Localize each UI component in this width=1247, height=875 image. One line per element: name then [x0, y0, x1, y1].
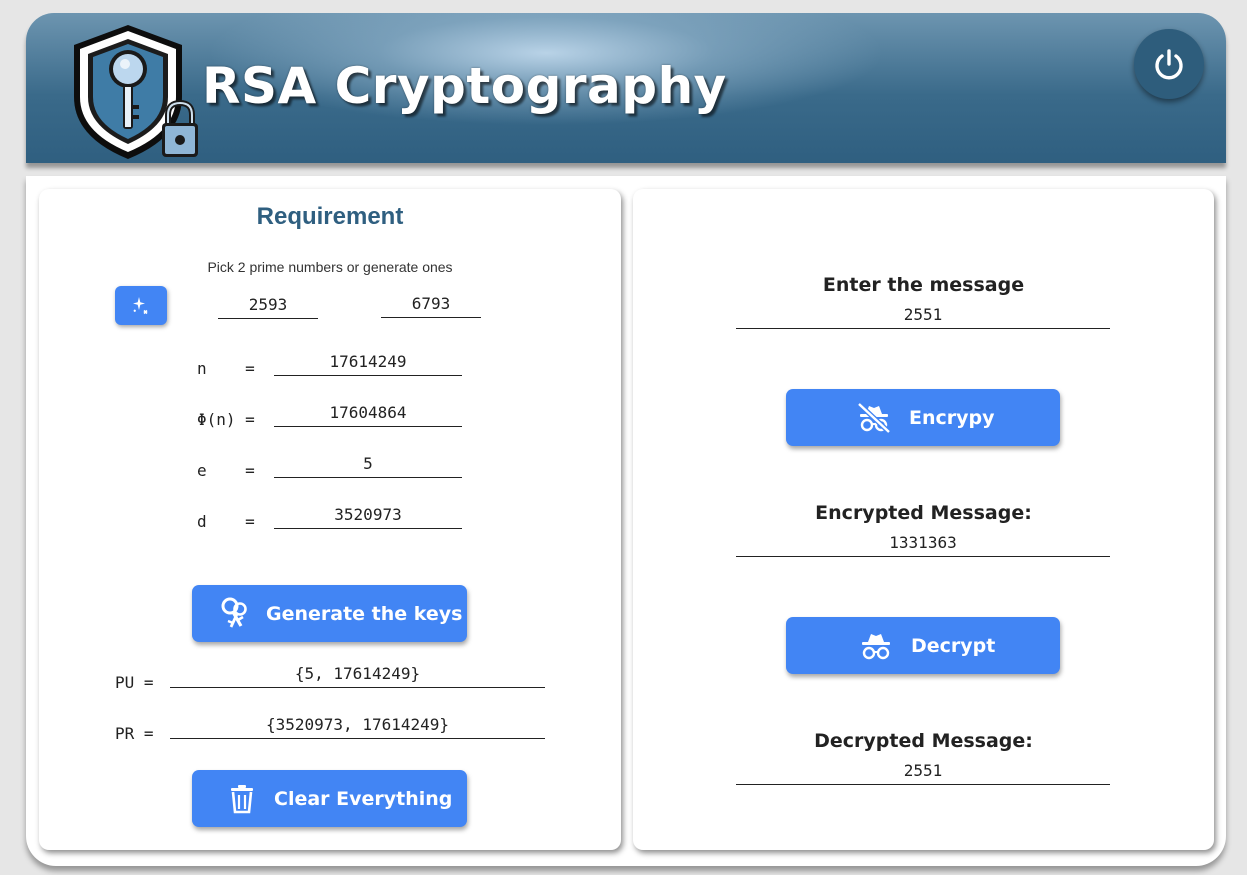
incognito-icon — [858, 631, 894, 661]
d-label: d = — [197, 512, 255, 531]
message-input[interactable]: 2551 — [736, 302, 1110, 329]
generate-keys-label: Generate the keys — [266, 602, 463, 625]
decrypted-message-label: Decrypted Message: — [814, 730, 1033, 752]
phi-value: 17604864 — [274, 400, 462, 427]
generate-keys-button[interactable]: Generate the keys — [192, 585, 467, 642]
pr-label: PR = — [115, 724, 154, 743]
keys-icon — [216, 596, 254, 632]
e-value[interactable]: 5 — [274, 451, 462, 478]
generate-primes-button[interactable] — [115, 286, 167, 325]
clear-everything-button[interactable]: Clear Everything — [192, 770, 467, 827]
e-label: e = — [197, 461, 255, 480]
encrypted-message-label: Encrypted Message: — [815, 502, 1032, 524]
crypto-panel: Enter the message 2551 Encrypy Encrypted… — [633, 189, 1214, 850]
prime-q-input[interactable]: 6793 — [381, 291, 481, 318]
encrypt-button[interactable]: Encrypy — [786, 389, 1060, 446]
requirement-title: Requirement — [256, 203, 404, 230]
encrypt-label: Encrypy — [909, 406, 995, 429]
decrypt-button[interactable]: Decrypt — [786, 617, 1060, 674]
public-key-value: {5, 17614249} — [170, 661, 545, 688]
app-title: RSA Cryptography — [202, 57, 727, 115]
clear-everything-label: Clear Everything — [274, 787, 453, 810]
encrypted-message-value: 1331363 — [736, 530, 1110, 557]
power-icon — [1155, 49, 1183, 80]
n-label: n = — [197, 359, 255, 378]
power-button[interactable] — [1134, 29, 1204, 99]
private-key-value: {3520973, 17614249} — [170, 712, 545, 739]
shield-key-lock-icon — [70, 19, 210, 164]
sparkles-icon — [133, 296, 148, 314]
app-header: RSA Cryptography — [26, 13, 1226, 163]
phi-label: Φ(n) = — [197, 410, 255, 429]
enter-message-label: Enter the message — [822, 274, 1025, 296]
incognito-off-icon — [856, 401, 892, 434]
requirement-panel: Requirement Pick 2 prime numbers or gene… — [39, 189, 621, 850]
trash-icon — [226, 784, 258, 814]
n-value: 17614249 — [274, 349, 462, 376]
d-value: 3520973 — [274, 502, 462, 529]
requirement-subtitle: Pick 2 prime numbers or generate ones — [207, 259, 453, 275]
decrypted-message-value: 2551 — [736, 758, 1110, 785]
decrypt-label: Decrypt — [911, 634, 996, 657]
prime-p-input[interactable]: 2593 — [218, 292, 318, 319]
pu-label: PU = — [115, 673, 154, 692]
